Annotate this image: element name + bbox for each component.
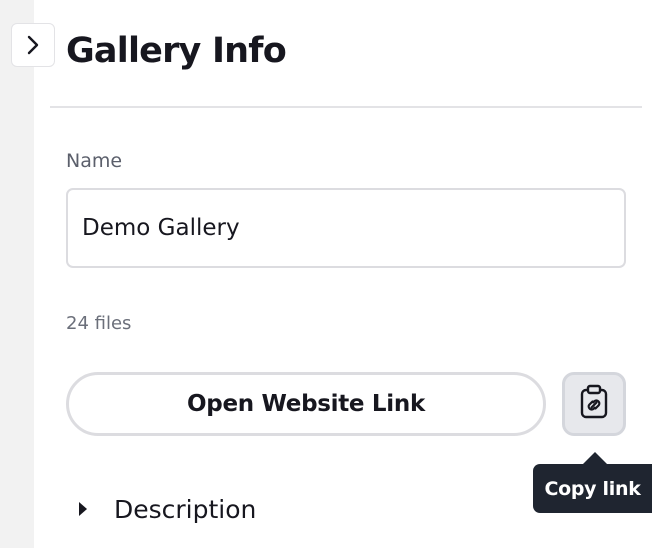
description-toggle[interactable]: Description bbox=[66, 488, 256, 530]
gallery-info-panel: Gallery Info Name 24 files Open Website … bbox=[0, 0, 652, 548]
open-website-link-button[interactable]: Open Website Link bbox=[66, 372, 546, 436]
left-rail bbox=[0, 0, 34, 548]
file-count: 24 files bbox=[66, 313, 132, 334]
copy-link-button[interactable] bbox=[562, 372, 626, 436]
collapse-panel-button[interactable] bbox=[11, 23, 55, 67]
caret-right-icon bbox=[79, 502, 87, 516]
clipboard-link-icon bbox=[577, 384, 611, 424]
chevron-right-icon bbox=[26, 35, 40, 55]
description-label: Description bbox=[114, 494, 257, 524]
tooltip-arrow bbox=[583, 452, 607, 464]
copy-link-tooltip-text: Copy link bbox=[544, 477, 641, 500]
name-input[interactable] bbox=[66, 188, 626, 268]
divider bbox=[50, 106, 642, 108]
open-website-link-label: Open Website Link bbox=[187, 391, 425, 417]
name-field-label: Name bbox=[66, 150, 123, 172]
copy-link-tooltip: Copy link bbox=[533, 464, 652, 513]
page-title: Gallery Info bbox=[66, 31, 287, 71]
